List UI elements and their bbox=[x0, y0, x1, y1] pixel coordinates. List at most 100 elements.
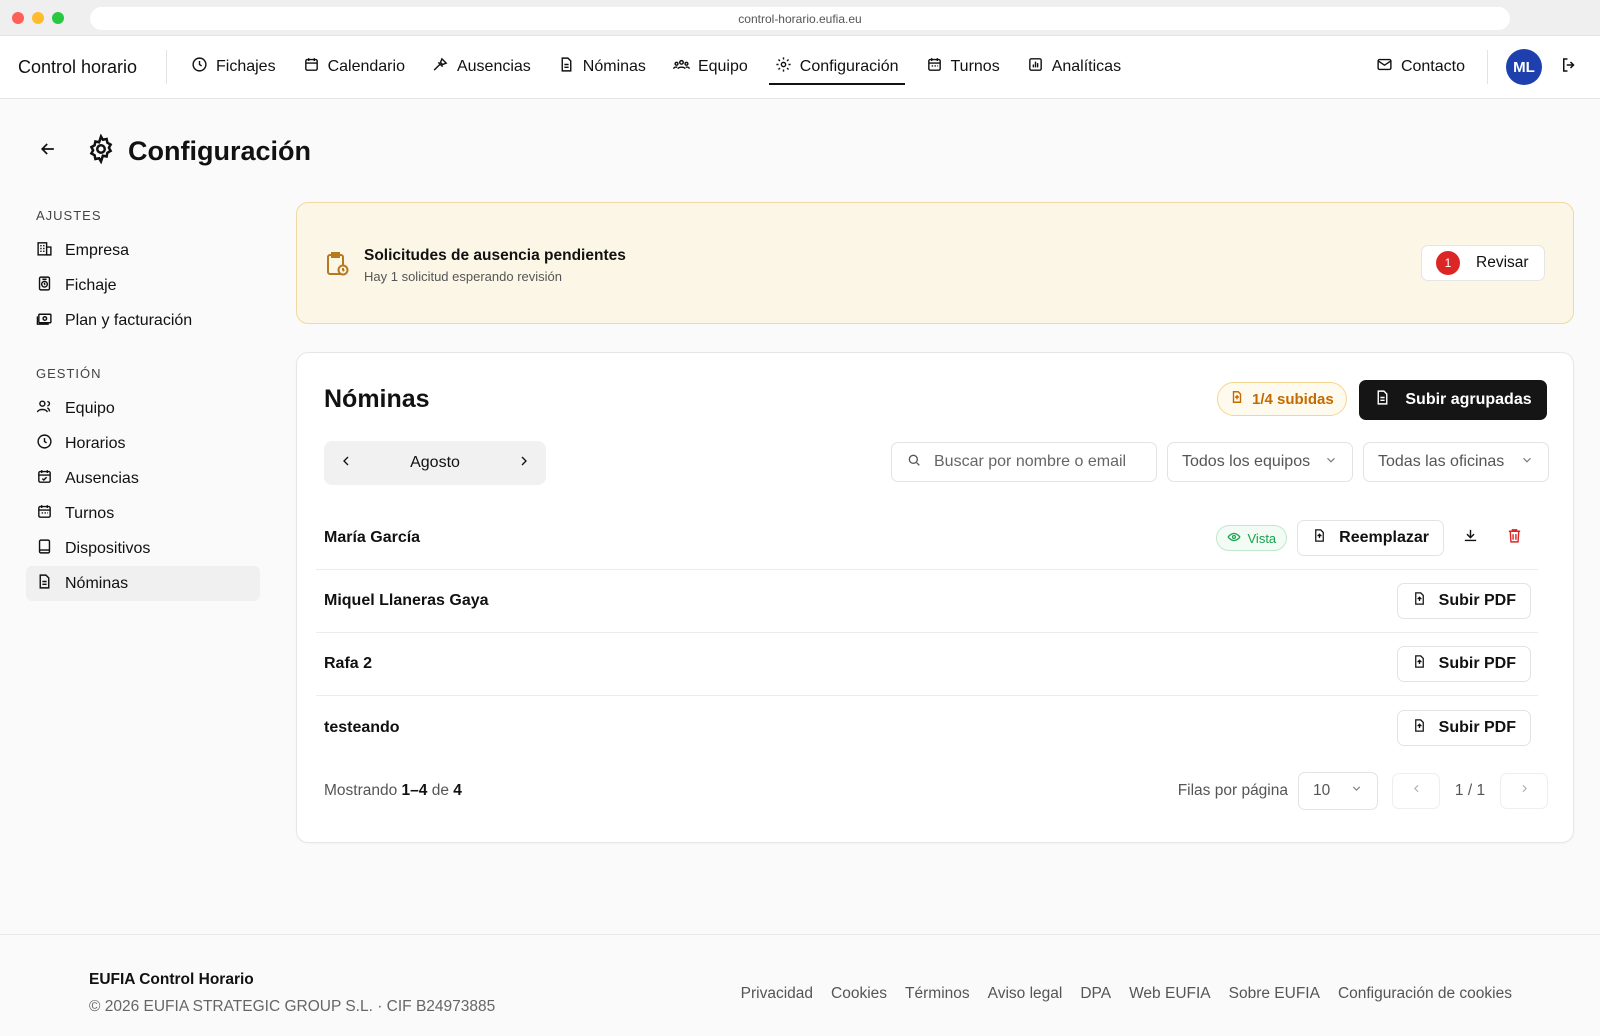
minimize-window-button[interactable] bbox=[32, 12, 44, 24]
pending-count-badge: 1 bbox=[1436, 251, 1460, 275]
clock-icon bbox=[36, 433, 53, 455]
upload-grouped-button[interactable]: Subir agrupadas bbox=[1359, 380, 1547, 420]
document-icon bbox=[558, 56, 575, 78]
footer-copyright: © 2026 EUFIA STRATEGIC GROUP S.L. · CIF … bbox=[89, 998, 496, 1015]
review-button[interactable]: 1 Revisar bbox=[1421, 245, 1545, 281]
page-indicator: 1 / 1 bbox=[1454, 782, 1486, 799]
chevron-down-icon bbox=[1324, 453, 1338, 472]
chevron-left-icon bbox=[338, 453, 354, 474]
maximize-window-button[interactable] bbox=[52, 12, 64, 24]
employee-name: María García bbox=[324, 529, 421, 546]
previous-page-button[interactable] bbox=[1392, 773, 1440, 809]
footer-link-cookies[interactable]: Cookies bbox=[831, 985, 887, 1003]
previous-month-button[interactable] bbox=[338, 453, 354, 474]
document-icon bbox=[36, 573, 53, 595]
document-icon bbox=[1230, 390, 1244, 408]
download-button[interactable] bbox=[1448, 520, 1492, 556]
upload-pdf-label: Subir PDF bbox=[1438, 592, 1516, 609]
nav-divider bbox=[1487, 50, 1488, 84]
avatar[interactable]: ML bbox=[1506, 49, 1542, 85]
file-upload-icon bbox=[1412, 718, 1427, 738]
chevron-right-icon bbox=[1518, 782, 1531, 800]
upload-pdf-button[interactable]: Subir PDF bbox=[1396, 709, 1531, 746]
current-month: Agosto bbox=[410, 454, 460, 471]
page-title: Configuración bbox=[128, 136, 311, 166]
app-window: control-horario.eufia.eu Control horario… bbox=[0, 0, 1600, 1036]
footer-link-terminos[interactable]: Términos bbox=[905, 985, 970, 1003]
footer-link-cookie-settings[interactable]: Configuración de cookies bbox=[1338, 985, 1512, 1003]
site-footer: EUFIA Control Horario © 2026 EUFIA STRAT… bbox=[0, 934, 1600, 1036]
replace-button[interactable]: Reemplazar bbox=[1297, 520, 1444, 556]
search-icon bbox=[906, 452, 922, 473]
rows-per-page-select[interactable]: 10 bbox=[1298, 772, 1378, 810]
alert-subtitle: Hay 1 solicitud esperando revisión bbox=[364, 269, 562, 284]
clipboard-clock-icon bbox=[325, 251, 349, 282]
footer-link-privacidad[interactable]: Privacidad bbox=[741, 985, 813, 1003]
logout-button[interactable] bbox=[1560, 56, 1578, 79]
nav-right: Contacto ML bbox=[1376, 36, 1578, 98]
next-month-button[interactable] bbox=[516, 453, 532, 474]
table-row: Rafa 2 Subir PDF bbox=[316, 633, 1538, 696]
upload-pdf-button[interactable]: Subir PDF bbox=[1396, 583, 1531, 619]
sidebar-item-nominas[interactable]: Nóminas bbox=[26, 566, 260, 601]
nav-item-turnos[interactable]: Turnos bbox=[916, 36, 1010, 98]
sidebar-item-horarios[interactable]: Horarios bbox=[26, 426, 260, 461]
footer-link-aviso-legal[interactable]: Aviso legal bbox=[988, 985, 1063, 1003]
upload-pdf-button[interactable]: Subir PDF bbox=[1396, 646, 1531, 682]
alert-title: Solicitudes de ausencia pendientes bbox=[364, 247, 626, 264]
close-window-button[interactable] bbox=[12, 12, 24, 24]
table-row: Miquel Llaneras Gaya Subir PDF bbox=[316, 570, 1538, 633]
gear-icon bbox=[775, 56, 792, 78]
contact-label: Contacto bbox=[1400, 58, 1465, 75]
nav-item-nominas[interactable]: Nóminas bbox=[548, 36, 656, 98]
gear-icon bbox=[58, 133, 116, 169]
sidebar-item-ausencias[interactable]: Ausencias bbox=[26, 461, 260, 496]
nav-item-label: Nóminas bbox=[582, 58, 646, 75]
footer-link-sobre-eufia[interactable]: Sobre EUFIA bbox=[1229, 985, 1320, 1003]
footer-brand: EUFIA Control Horario bbox=[89, 971, 254, 988]
nav-item-configuracion[interactable]: Configuración bbox=[765, 36, 909, 98]
mail-icon bbox=[1376, 56, 1393, 78]
teams-filter-select[interactable]: Todos los equipos bbox=[1167, 442, 1353, 482]
delete-button[interactable] bbox=[1492, 520, 1536, 556]
sidebar-item-empresa[interactable]: Empresa bbox=[26, 233, 260, 268]
pagination-bar: Mostrando 1–4 de 4 Filas por página 10 1… bbox=[324, 771, 1548, 811]
nav-item-analiticas[interactable]: Analíticas bbox=[1017, 36, 1131, 98]
footer-link-dpa[interactable]: DPA bbox=[1080, 985, 1111, 1003]
search-box bbox=[891, 442, 1157, 482]
tablet-icon bbox=[36, 538, 53, 560]
calendar-icon bbox=[303, 56, 320, 78]
address-bar[interactable]: control-horario.eufia.eu bbox=[90, 7, 1510, 30]
back-button[interactable] bbox=[38, 139, 58, 164]
sidebar-item-plan-facturacion[interactable]: Plan y facturación bbox=[26, 303, 260, 338]
sidebar-item-dispositivos[interactable]: Dispositivos bbox=[26, 531, 260, 566]
chevron-left-icon bbox=[1410, 782, 1423, 800]
sidebar-item-fichaje[interactable]: Fichaje bbox=[26, 268, 260, 303]
nav-item-equipo[interactable]: Equipo bbox=[663, 36, 758, 98]
table-row: María García Vista Reemplazar bbox=[316, 507, 1538, 570]
payroll-card: Nóminas 1/4 subidas Subir agrupadas Agos… bbox=[296, 352, 1574, 843]
sidebar-item-label: Dispositivos bbox=[65, 539, 151, 557]
sidebar-item-equipo[interactable]: Equipo bbox=[26, 391, 260, 426]
footer-link-web-eufia[interactable]: Web EUFIA bbox=[1129, 985, 1211, 1003]
contact-link[interactable]: Contacto bbox=[1376, 56, 1487, 78]
offices-filter-select[interactable]: Todas las oficinas bbox=[1363, 442, 1549, 482]
upload-pdf-label: Subir PDF bbox=[1438, 655, 1516, 672]
table-row: testeando Subir PDF bbox=[316, 696, 1538, 759]
plane-icon bbox=[432, 56, 449, 78]
nav-item-label: Analíticas bbox=[1051, 58, 1122, 75]
settings-sidebar: AJUSTES Empresa Fichaje Plan y facturaci… bbox=[26, 208, 260, 601]
users-icon bbox=[36, 398, 53, 420]
next-page-button[interactable] bbox=[1500, 773, 1548, 809]
sidebar-item-label: Fichaje bbox=[65, 276, 117, 294]
nav-item-ausencias[interactable]: Ausencias bbox=[422, 36, 541, 98]
sidebar-item-label: Empresa bbox=[65, 241, 130, 259]
employee-name: testeando bbox=[324, 718, 400, 736]
sidebar-group-title: AJUSTES bbox=[36, 208, 102, 223]
team-icon bbox=[672, 56, 690, 78]
brand[interactable]: Control horario bbox=[0, 57, 166, 78]
search-input[interactable] bbox=[934, 453, 1134, 471]
nav-item-fichajes[interactable]: Fichajes bbox=[181, 36, 286, 98]
sidebar-item-turnos[interactable]: Turnos bbox=[26, 496, 260, 531]
nav-item-calendario[interactable]: Calendario bbox=[293, 36, 415, 98]
